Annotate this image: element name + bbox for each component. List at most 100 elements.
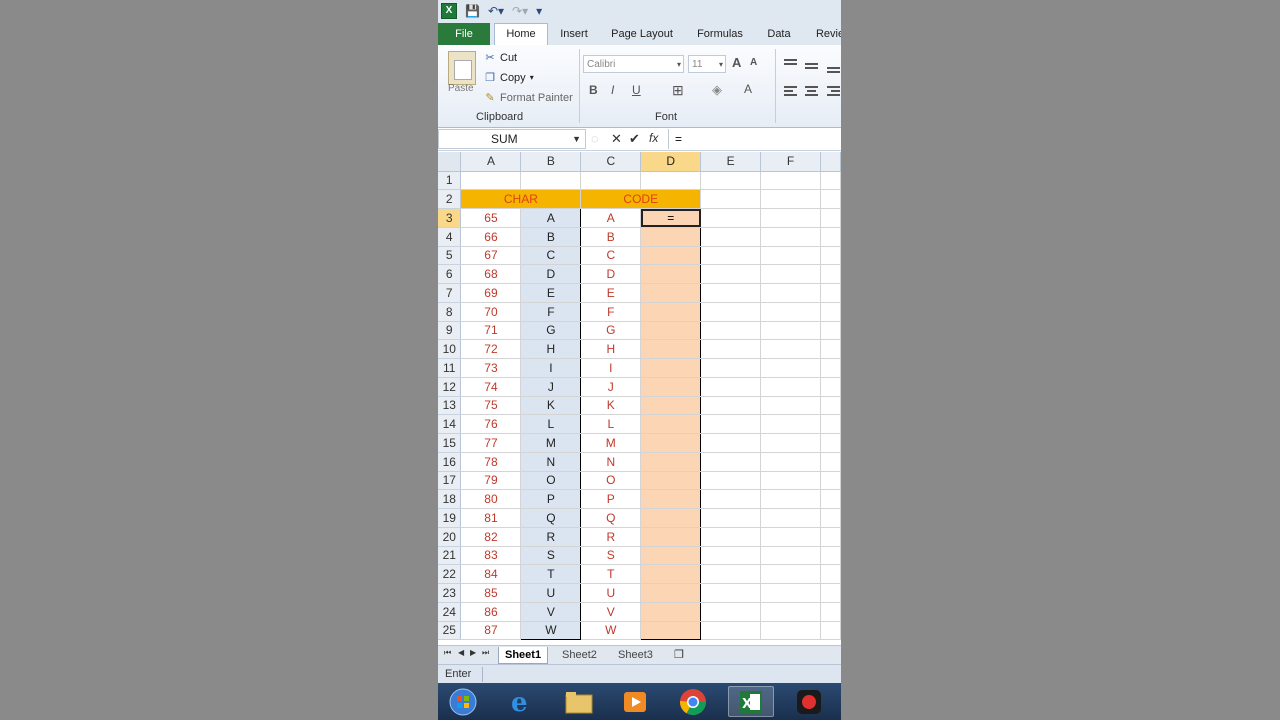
row-header[interactable]: 20 bbox=[438, 527, 462, 547]
cell-char[interactable]: I bbox=[520, 358, 582, 378]
save-icon[interactable]: 💾 bbox=[465, 4, 480, 18]
cell-letter[interactable]: I bbox=[580, 358, 642, 378]
cell-number[interactable]: 66 bbox=[460, 227, 522, 247]
cell[interactable] bbox=[760, 227, 821, 247]
tab-review[interactable]: Revie bbox=[810, 24, 841, 45]
grow-font-button[interactable]: A bbox=[732, 55, 741, 70]
taskbar-chrome[interactable] bbox=[670, 686, 716, 717]
cell-letter[interactable]: J bbox=[580, 377, 642, 397]
cell-number[interactable]: 72 bbox=[460, 339, 522, 359]
cell[interactable] bbox=[760, 377, 821, 397]
tab-formulas[interactable]: Formulas bbox=[690, 24, 750, 45]
cell[interactable] bbox=[760, 471, 821, 491]
cell[interactable] bbox=[820, 339, 841, 359]
cell[interactable] bbox=[760, 283, 821, 303]
cell-char[interactable]: J bbox=[520, 377, 582, 397]
row-header[interactable]: 15 bbox=[438, 433, 462, 453]
start-button[interactable] bbox=[440, 686, 486, 717]
row-header[interactable]: 4 bbox=[438, 227, 462, 247]
first-sheet-icon[interactable]: ⏮ bbox=[444, 648, 451, 658]
cell[interactable] bbox=[700, 264, 762, 284]
row-header[interactable]: 21 bbox=[438, 546, 462, 566]
cell-char[interactable]: H bbox=[520, 339, 582, 359]
active-cell-d3[interactable]: = bbox=[640, 208, 702, 228]
cell[interactable] bbox=[460, 171, 522, 191]
cell-letter[interactable]: F bbox=[580, 302, 642, 322]
font-size-select[interactable]: 11 ▾ bbox=[688, 55, 726, 73]
row-header[interactable]: 12 bbox=[438, 377, 462, 397]
row-header[interactable]: 6 bbox=[438, 264, 462, 284]
cell[interactable] bbox=[760, 264, 821, 284]
row-header[interactable]: 7 bbox=[438, 283, 462, 303]
cell[interactable] bbox=[760, 339, 821, 359]
cell-number[interactable]: 78 bbox=[460, 452, 522, 472]
taskbar-ie[interactable]: e bbox=[498, 686, 544, 717]
shrink-font-button[interactable]: A bbox=[750, 57, 757, 68]
cell-letter[interactable]: K bbox=[580, 396, 642, 416]
row-header[interactable]: 11 bbox=[438, 358, 462, 378]
cell-code[interactable] bbox=[640, 433, 702, 453]
cell[interactable] bbox=[700, 414, 762, 434]
name-box[interactable]: SUM ▼ bbox=[438, 129, 586, 149]
cell[interactable] bbox=[760, 621, 821, 641]
taskbar-explorer[interactable] bbox=[556, 686, 602, 717]
cell[interactable] bbox=[700, 471, 762, 491]
sheet-tab-2[interactable]: Sheet2 bbox=[556, 647, 603, 663]
cell-code[interactable] bbox=[640, 396, 702, 416]
row-header[interactable]: 22 bbox=[438, 564, 462, 584]
cell[interactable] bbox=[760, 546, 821, 566]
cell-char[interactable]: G bbox=[520, 321, 582, 341]
cell-letter[interactable]: V bbox=[580, 602, 642, 622]
column-header-e[interactable]: E bbox=[700, 152, 762, 172]
cell-code[interactable] bbox=[640, 227, 702, 247]
cell-code[interactable] bbox=[640, 546, 702, 566]
fill-color-icon[interactable]: ◈ bbox=[712, 82, 722, 98]
cell[interactable] bbox=[760, 189, 821, 209]
cell-letter[interactable]: M bbox=[580, 433, 642, 453]
cell[interactable] bbox=[700, 621, 762, 641]
cell-letter[interactable]: D bbox=[580, 264, 642, 284]
borders-icon[interactable]: ⊞ bbox=[672, 82, 684, 99]
row-header[interactable]: 18 bbox=[438, 489, 462, 509]
font-color-button[interactable]: A bbox=[744, 82, 752, 96]
cell-number[interactable]: 73 bbox=[460, 358, 522, 378]
cell[interactable] bbox=[820, 527, 841, 547]
cell-number[interactable]: 69 bbox=[460, 283, 522, 303]
cell-letter[interactable]: C bbox=[580, 246, 642, 266]
cell-code[interactable] bbox=[640, 377, 702, 397]
cell[interactable] bbox=[820, 583, 841, 603]
cell-char[interactable]: N bbox=[520, 452, 582, 472]
cell-code[interactable] bbox=[640, 471, 702, 491]
cell[interactable] bbox=[820, 171, 841, 191]
cell-char[interactable]: W bbox=[520, 621, 582, 641]
column-header-c[interactable]: C bbox=[580, 152, 642, 172]
last-sheet-icon[interactable]: ⏭ bbox=[482, 648, 489, 658]
row-header[interactable]: 17 bbox=[438, 471, 462, 491]
insert-function-button[interactable]: fx bbox=[649, 131, 658, 145]
cell-letter[interactable]: B bbox=[580, 227, 642, 247]
cell-code[interactable] bbox=[640, 564, 702, 584]
cell-number[interactable]: 86 bbox=[460, 602, 522, 622]
format-painter-button[interactable]: ✎ Format Painter bbox=[484, 91, 572, 105]
cell-letter[interactable]: A bbox=[580, 208, 642, 228]
cell[interactable] bbox=[700, 546, 762, 566]
insert-sheet-icon[interactable]: ❐ bbox=[674, 648, 684, 661]
redo-icon[interactable]: ↷▾ bbox=[512, 4, 528, 18]
cell-letter[interactable]: H bbox=[580, 339, 642, 359]
cell-code[interactable] bbox=[640, 264, 702, 284]
cell-letter[interactable]: G bbox=[580, 321, 642, 341]
cell[interactable] bbox=[700, 564, 762, 584]
cell[interactable] bbox=[520, 171, 582, 191]
row-header[interactable]: 3 bbox=[438, 208, 462, 228]
cell[interactable] bbox=[700, 339, 762, 359]
cell-char[interactable]: P bbox=[520, 489, 582, 509]
cell-char[interactable]: F bbox=[520, 302, 582, 322]
cell-letter[interactable]: E bbox=[580, 283, 642, 303]
taskbar-media-player[interactable] bbox=[612, 686, 658, 717]
cell[interactable] bbox=[820, 302, 841, 322]
tab-page-layout[interactable]: Page Layout bbox=[606, 24, 678, 45]
row-header[interactable]: 16 bbox=[438, 452, 462, 472]
cell[interactable] bbox=[820, 321, 841, 341]
row-header[interactable]: 1 bbox=[438, 171, 462, 191]
cell[interactable] bbox=[820, 602, 841, 622]
